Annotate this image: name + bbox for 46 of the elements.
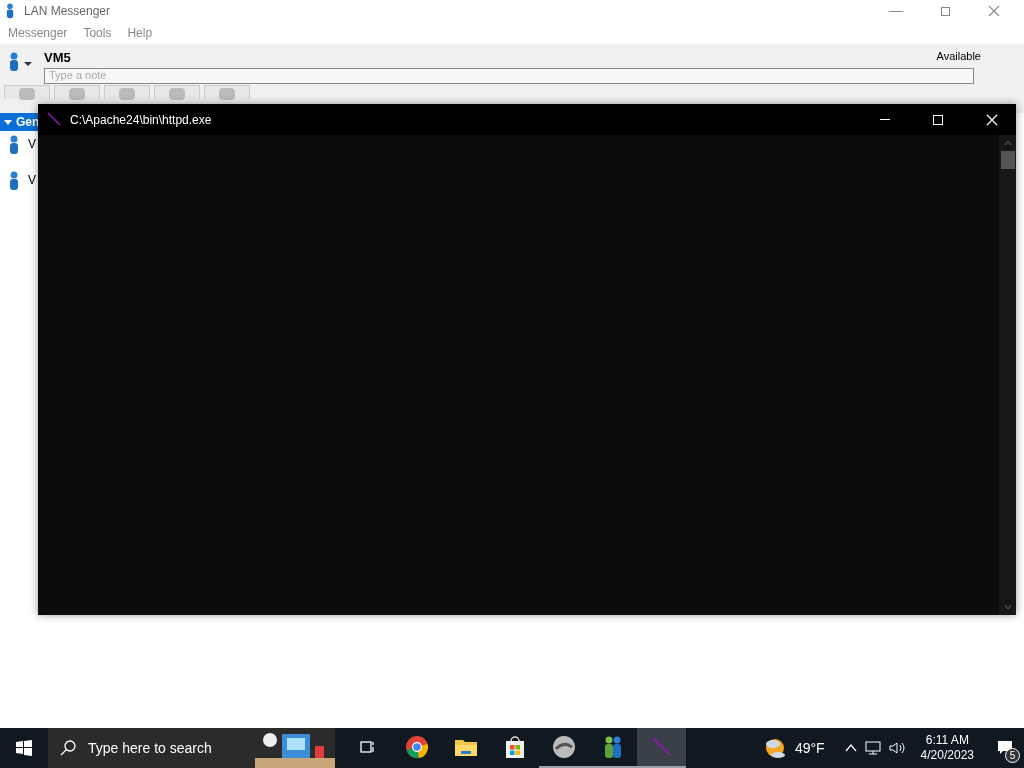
scrollbar[interactable] [999, 135, 1016, 615]
search-icon [60, 740, 76, 756]
disc-icon [551, 735, 576, 759]
group-header[interactable]: Gen [0, 112, 38, 131]
contact-name[interactable]: V [28, 134, 36, 153]
search-field[interactable]: Type here to search [48, 728, 335, 768]
scroll-down-icon[interactable] [1003, 603, 1012, 611]
feather-icon [46, 111, 62, 128]
restore-icon[interactable] [941, 6, 950, 16]
note-field[interactable]: Type a note [44, 67, 974, 84]
contact-icon [8, 134, 20, 155]
user-name: VM5 [44, 49, 71, 67]
maximize-icon[interactable] [933, 114, 943, 125]
tool-icon [119, 87, 135, 100]
clock-date[interactable]: 4/20/2023 [920, 748, 974, 763]
network-icon[interactable] [864, 740, 881, 756]
menu-item[interactable]: Messenger [8, 24, 68, 42]
windows-start-icon[interactable] [16, 740, 32, 756]
weather-temperature[interactable]: 49°F [794, 737, 825, 759]
shopping-bag-icon [504, 735, 525, 759]
search-placeholder: Type here to search [88, 738, 212, 758]
menu-item[interactable]: Help [127, 24, 153, 42]
user-icon [8, 52, 20, 72]
task-view-icon [359, 739, 376, 755]
clock-time[interactable]: 6:11 AM [925, 733, 969, 748]
feather-icon [649, 735, 674, 759]
scroll-thumb[interactable] [1000, 151, 1015, 169]
tool-icon [219, 87, 235, 100]
scroll-up-icon[interactable] [1003, 139, 1012, 147]
chevron-up-icon[interactable] [844, 742, 857, 754]
tool-icon [169, 87, 185, 100]
contact-name[interactable]: V [28, 170, 36, 189]
volume-icon[interactable] [888, 740, 905, 756]
browser-icon [404, 735, 429, 759]
notification-badge: 5 [1005, 748, 1020, 763]
status-label[interactable]: Available [936, 48, 981, 68]
dropdown-caret-icon[interactable] [24, 60, 32, 68]
window-title: LAN Messenger [24, 3, 111, 20]
tool-icon [19, 87, 35, 100]
app-icon [4, 3, 16, 19]
minimize-icon[interactable] [889, 10, 903, 12]
folder-icon [453, 737, 478, 757]
window-title: C:\Apache24\bin\httpd.exe [70, 111, 212, 129]
tool-icon [69, 87, 85, 100]
menu-item[interactable]: Tools [83, 24, 112, 42]
contact-icon [8, 170, 20, 191]
